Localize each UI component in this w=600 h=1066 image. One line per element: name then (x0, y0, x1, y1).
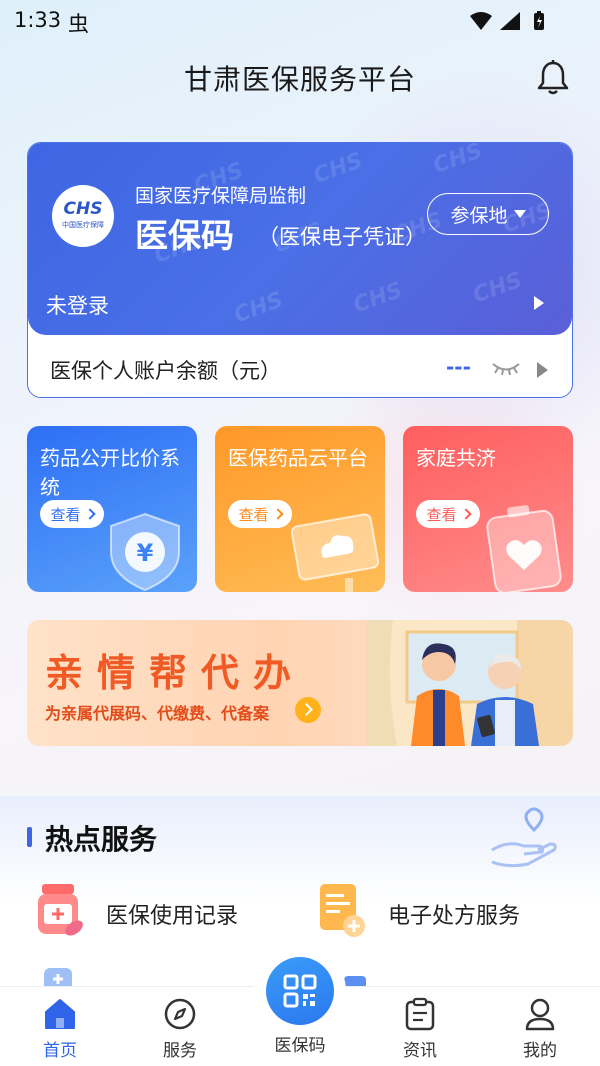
medical-code-card[interactable]: CHS CHS CHS CHS CHS CHS CHS CHS CHS CHS … (27, 142, 573, 398)
feature-card-family-mutual[interactable]: 家庭共济 查看 (403, 426, 573, 592)
home-icon (45, 999, 75, 1029)
svg-text:¥: ¥ (137, 539, 154, 567)
nav-label: 医保码 (274, 1036, 326, 1056)
clipboard-icon (405, 997, 435, 1031)
banner-subtitle: 为亲属代展码、代缴费、代备案 (45, 704, 270, 723)
svg-text:CHS: CHS (350, 278, 406, 319)
nav-medical-code[interactable]: 医保码 (254, 945, 346, 1066)
balance-value: --- (446, 355, 471, 379)
view-button[interactable]: 查看 (40, 500, 104, 528)
banner-arrow-icon[interactable] (295, 697, 321, 723)
bug-icon: 虫 (68, 12, 89, 36)
section-accent-bar (27, 827, 32, 847)
family-illustration (367, 620, 573, 746)
region-button-label: 参保地 (450, 204, 508, 227)
chevron-right-icon (271, 508, 284, 520)
family-proxy-banner[interactable]: 亲情帮代办 为亲属代展码、代缴费、代备案 (27, 620, 573, 746)
service-label: 医保使用记录 (106, 904, 239, 929)
balance-label: 医保个人账户余额（元） (50, 359, 281, 383)
caret-down-icon (513, 210, 526, 218)
page-title: 甘肃医保服务平台 (183, 63, 416, 96)
hand-heart-icon (491, 807, 557, 868)
code-card-header[interactable]: CHS CHS CHS CHS CHS CHS CHS CHS CHS CHS … (28, 143, 572, 335)
cloud-monitor-icon (290, 513, 380, 592)
feature-title: 医保药品云平台 (228, 446, 368, 470)
view-button-label: 查看 (426, 505, 457, 524)
service-label: 电子处方服务 (388, 904, 521, 929)
nav-label: 首页 (43, 1041, 77, 1061)
nav-service[interactable]: 服务 (130, 987, 230, 1066)
eye-closed-icon[interactable] (490, 357, 522, 379)
nav-code-button[interactable] (266, 957, 334, 1025)
feature-card-price-compare[interactable]: 药品公开比价系统 查看 ¥ (27, 426, 197, 592)
yen-shield-icon: ¥ (110, 512, 180, 592)
view-button-label: 查看 (50, 505, 81, 524)
view-button-label: 查看 (238, 505, 269, 524)
balance-arrow-icon[interactable] (537, 362, 548, 378)
signal-battery-icons (470, 11, 544, 30)
prescription-icon (320, 884, 365, 937)
nav-label: 服务 (163, 1041, 197, 1061)
svg-text:CHS: CHS (470, 268, 526, 309)
feature-card-drug-cloud[interactable]: 医保药品云平台 查看 (215, 426, 385, 592)
nav-home[interactable]: 首页 (10, 987, 110, 1066)
region-select-button[interactable]: 参保地 (427, 193, 549, 235)
status-time: 1:33 (14, 8, 62, 32)
view-button[interactable]: 查看 (228, 500, 292, 528)
banner-title: 亲情帮代办 (45, 651, 306, 695)
arrow-right-icon[interactable] (534, 296, 544, 310)
logo-text: CHS (63, 199, 103, 219)
chs-logo: CHS 中国医疗保障 (52, 185, 114, 247)
chevron-right-icon (83, 508, 96, 520)
login-status[interactable]: 未登录 (46, 290, 109, 320)
svg-text:CHS: CHS (310, 148, 366, 189)
logo-subtext: 中国医疗保障 (62, 221, 104, 229)
nav-mine[interactable]: 我的 (490, 987, 590, 1066)
chevron-right-icon (459, 508, 472, 520)
nav-label: 资讯 (403, 1041, 437, 1061)
qr-code-icon (283, 974, 317, 1008)
svg-text:CHS: CHS (430, 143, 486, 179)
bell-icon[interactable] (536, 60, 570, 96)
status-bar: 1:33 虫 (0, 0, 600, 44)
compass-icon (164, 998, 196, 1030)
view-button[interactable]: 查看 (416, 500, 480, 528)
code-title: 医保码 (135, 216, 234, 255)
feature-title: 家庭共济 (416, 446, 496, 470)
medicine-bottle-icon (38, 884, 83, 936)
nav-news[interactable]: 资讯 (370, 987, 470, 1066)
heart-battery-icon (486, 505, 562, 592)
user-icon (525, 998, 555, 1031)
nav-label: 我的 (523, 1041, 557, 1061)
svg-text:CHS: CHS (231, 288, 287, 329)
code-subtitle: （医保电子凭证） (258, 225, 426, 249)
supervise-text: 国家医疗保障局监制 (135, 185, 307, 207)
section-title: 热点服务 (45, 823, 158, 856)
